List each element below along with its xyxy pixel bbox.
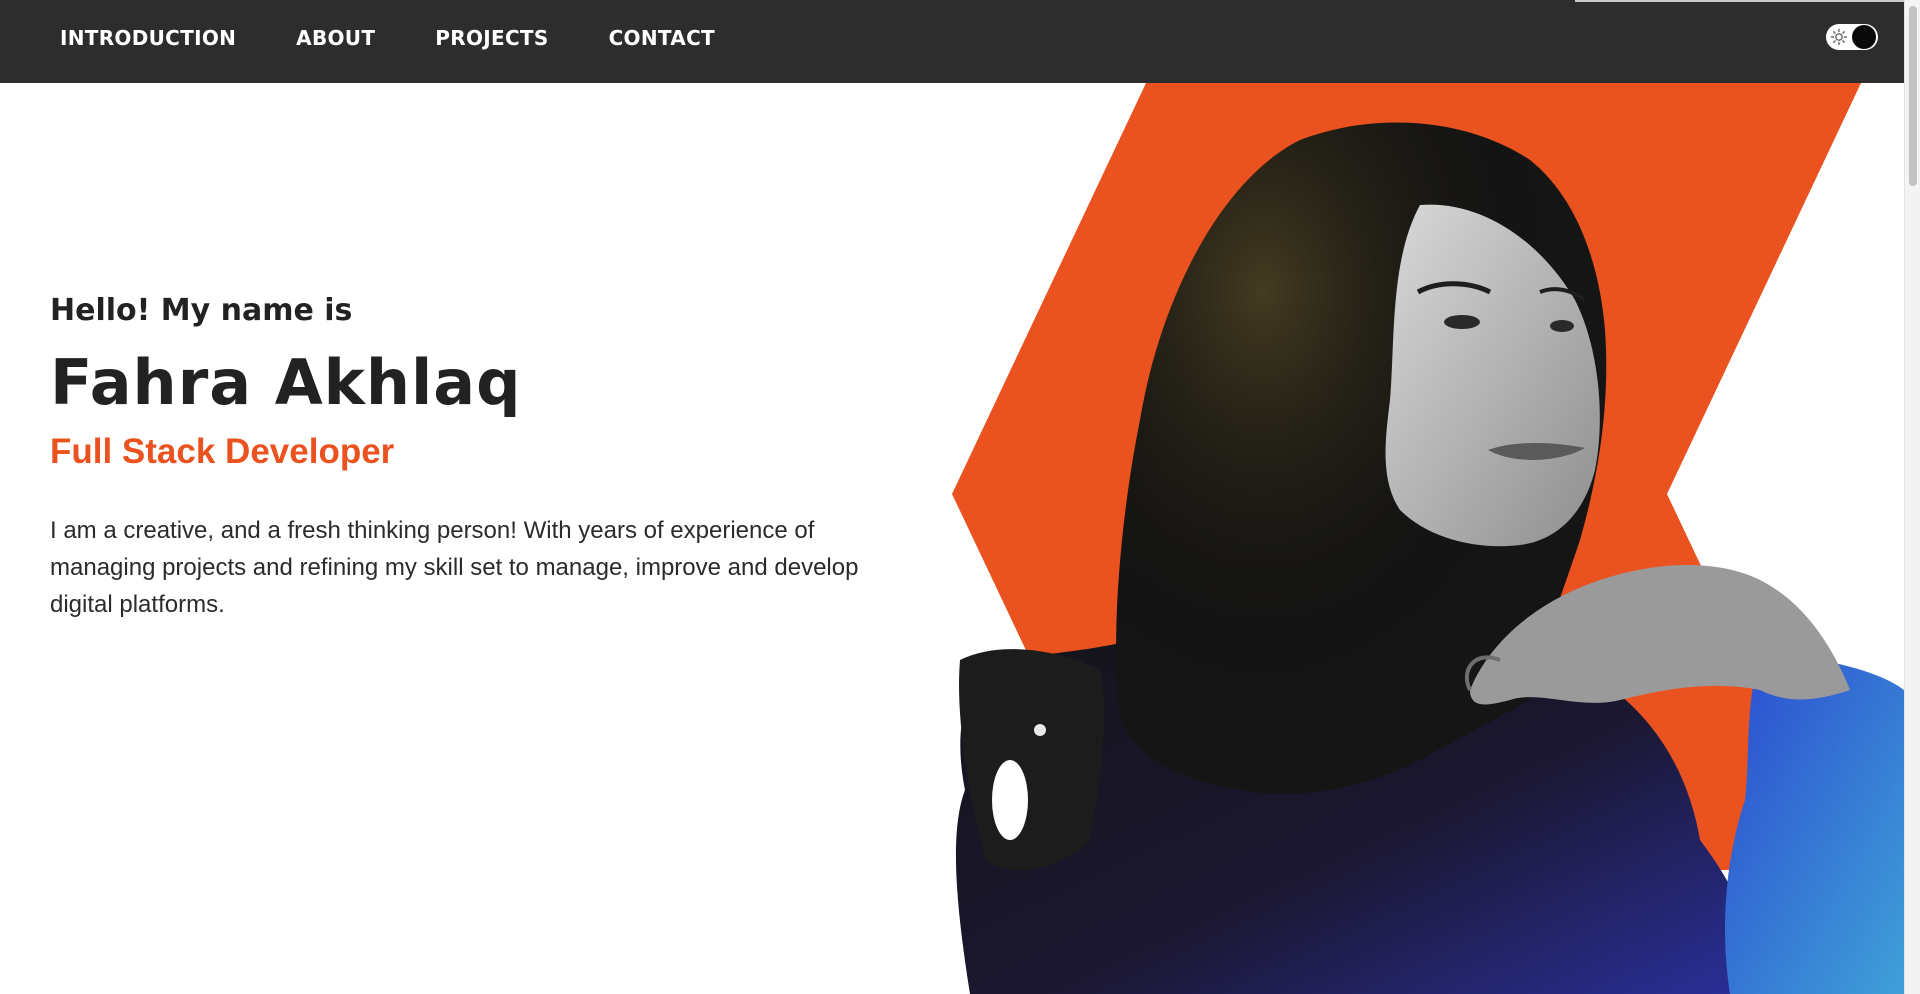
portrait-body xyxy=(955,617,1756,994)
page-scrollbar[interactable] xyxy=(1904,0,1920,994)
scrollbar-thumb[interactable] xyxy=(1909,6,1917,186)
portrait-sleeve xyxy=(1725,657,1904,994)
window-edge-line xyxy=(1575,0,1904,2)
top-navbar: INTRODUCTION ABOUT PROJECTS CONTACT xyxy=(0,0,1904,83)
orange-chevron-shape xyxy=(952,83,1861,870)
portrait-hijab xyxy=(1116,122,1607,794)
toggle-knob xyxy=(1852,25,1876,49)
nav-link-about[interactable]: ABOUT xyxy=(286,26,385,50)
hero-bio: I am a creative, and a fresh thinking pe… xyxy=(50,517,859,618)
hero-name: Fahra Akhlaq xyxy=(50,346,522,419)
portfolio-page: INTRODUCTION ABOUT PROJECTS CONTACT Hell… xyxy=(0,0,1920,994)
theme-toggle-switch[interactable] xyxy=(1826,24,1878,50)
nav-link-introduction[interactable]: INTRODUCTION xyxy=(50,26,246,50)
nav-link-projects[interactable]: PROJECTS xyxy=(425,26,558,50)
portrait-hand xyxy=(1470,565,1850,705)
portrait-face xyxy=(1385,204,1600,547)
nav-link-contact[interactable]: CONTACT xyxy=(599,26,725,50)
nav-links: INTRODUCTION ABOUT PROJECTS CONTACT xyxy=(50,0,725,75)
sun-icon xyxy=(1830,28,1848,46)
hero-role: Full Stack Developer xyxy=(50,432,395,471)
hero-intro: Hello! My name is Fahra Akhlaq Full Stac… xyxy=(50,290,900,623)
hero-greeting: Hello! My name is xyxy=(50,293,353,328)
